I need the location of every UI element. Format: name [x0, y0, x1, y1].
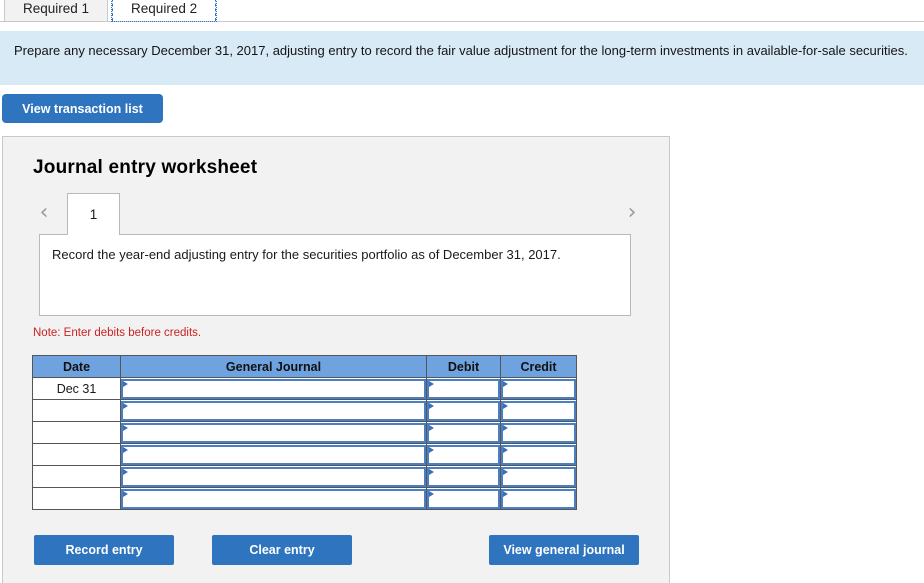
general-journal-input[interactable]	[121, 488, 426, 509]
tab-required-2[interactable]: Required 2	[111, 0, 218, 22]
view-transaction-list-button[interactable]: View transaction list	[2, 94, 163, 123]
cell-debit[interactable]	[426, 377, 501, 400]
table-header-row: Date General Journal Debit Credit	[32, 355, 577, 378]
cell-general-journal[interactable]	[120, 465, 427, 488]
tab-required-2-label: Required 2	[131, 1, 198, 16]
debit-input[interactable]	[427, 444, 500, 465]
cell-date	[32, 443, 121, 466]
cell-general-journal[interactable]	[120, 377, 427, 400]
cell-date: Dec 31	[32, 377, 121, 400]
cell-credit[interactable]	[500, 487, 577, 510]
worksheet-sheet-tab-1[interactable]: 1	[67, 193, 120, 235]
page-title: Journal entry worksheet	[33, 157, 258, 178]
credit-input[interactable]	[501, 488, 576, 509]
table-row	[32, 487, 577, 510]
cell-credit[interactable]	[500, 399, 577, 422]
credit-input[interactable]	[501, 466, 576, 487]
cell-credit[interactable]	[500, 377, 577, 400]
cell-debit[interactable]	[426, 487, 501, 510]
clear-entry-button[interactable]: Clear entry	[212, 535, 352, 565]
instruction-banner: Prepare any necessary December 31, 2017,…	[0, 31, 924, 85]
tab-required-1[interactable]: Required 1	[4, 0, 109, 21]
cell-debit[interactable]	[426, 421, 501, 444]
table-row	[32, 399, 577, 422]
general-journal-input[interactable]	[121, 378, 426, 399]
instruction-text: Prepare any necessary December 31, 2017,…	[14, 43, 908, 58]
chevron-right-icon[interactable]: ›	[619, 201, 645, 227]
cell-date	[32, 487, 121, 510]
cell-debit[interactable]	[426, 443, 501, 466]
cell-date	[32, 465, 121, 488]
debits-before-credits-note: Note: Enter debits before credits.	[33, 327, 202, 339]
debit-input[interactable]	[427, 422, 500, 443]
credit-input[interactable]	[501, 400, 576, 421]
chevron-left-icon[interactable]: ‹	[31, 201, 57, 227]
worksheet-description-text: Record the year-end adjusting entry for …	[52, 247, 561, 262]
record-entry-button[interactable]: Record entry	[34, 535, 174, 565]
view-general-journal-button[interactable]: View general journal	[489, 535, 639, 565]
cell-credit[interactable]	[500, 421, 577, 444]
credit-input[interactable]	[501, 422, 576, 443]
required-tabs: Required 1 Required 2	[0, 0, 924, 22]
cell-general-journal[interactable]	[120, 487, 427, 510]
cell-date	[32, 399, 121, 422]
column-header-date: Date	[32, 355, 121, 378]
credit-input[interactable]	[501, 378, 576, 399]
general-journal-input[interactable]	[121, 444, 426, 465]
table-row	[32, 465, 577, 488]
cell-general-journal[interactable]	[120, 421, 427, 444]
tab-required-1-label: Required 1	[23, 1, 90, 16]
general-journal-input[interactable]	[121, 400, 426, 421]
column-header-credit: Credit	[500, 355, 577, 378]
table-row	[32, 421, 577, 444]
journal-entry-panel: Journal entry worksheet ‹ › 1 Record the…	[2, 136, 670, 583]
cell-general-journal[interactable]	[120, 443, 427, 466]
debit-input[interactable]	[427, 488, 500, 509]
table-row	[32, 443, 577, 466]
cell-general-journal[interactable]	[120, 399, 427, 422]
journal-entry-table: Date General Journal Debit Credit Dec 31	[32, 355, 577, 510]
cell-date	[32, 421, 121, 444]
credit-input[interactable]	[501, 444, 576, 465]
debit-input[interactable]	[427, 400, 500, 421]
cell-debit[interactable]	[426, 465, 501, 488]
cell-debit[interactable]	[426, 399, 501, 422]
cell-credit[interactable]	[500, 465, 577, 488]
debit-input[interactable]	[427, 466, 500, 487]
worksheet-description-box: Record the year-end adjusting entry for …	[39, 234, 631, 316]
general-journal-input[interactable]	[121, 466, 426, 487]
worksheet-nav: ‹ › 1 Record the year-end adjusting entr…	[3, 193, 669, 316]
debit-input[interactable]	[427, 378, 500, 399]
general-journal-input[interactable]	[121, 422, 426, 443]
cell-credit[interactable]	[500, 443, 577, 466]
column-header-general-journal: General Journal	[120, 355, 427, 378]
column-header-debit: Debit	[426, 355, 501, 378]
table-row: Dec 31	[32, 377, 577, 400]
